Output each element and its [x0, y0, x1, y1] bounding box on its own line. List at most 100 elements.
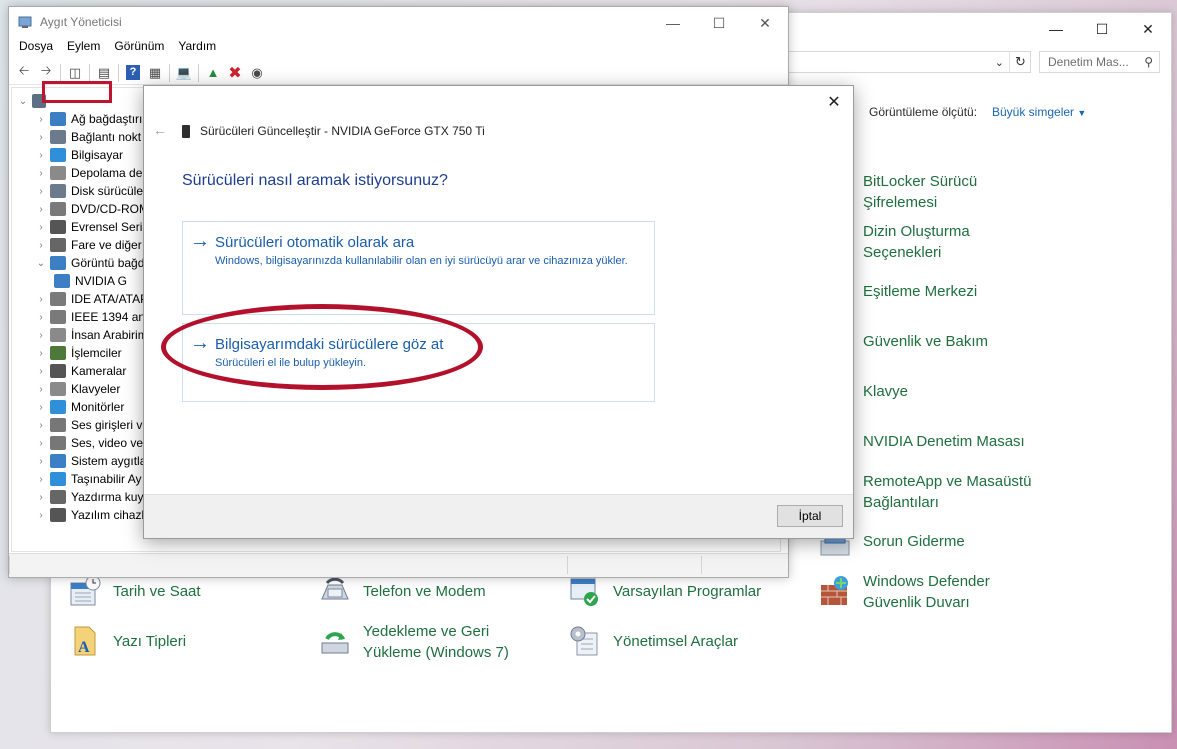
close-icon[interactable]: ✕: [742, 7, 788, 39]
tree-node[interactable]: › Fare ve diğer: [34, 236, 142, 254]
help-icon[interactable]: ?: [122, 63, 144, 83]
tree-node[interactable]: › İnsan Arabirim: [34, 326, 148, 344]
cancel-button[interactable]: İptal: [777, 505, 843, 527]
chevron-right-icon[interactable]: ›: [34, 132, 48, 143]
tree-node[interactable]: › IDE ATA/ATAP: [34, 290, 148, 308]
chevron-right-icon[interactable]: ›: [34, 456, 48, 467]
tree-node-label: Monitörler: [71, 400, 125, 414]
chevron-right-icon[interactable]: ›: [34, 312, 48, 323]
tree-node[interactable]: › Disk sürücüle: [34, 182, 143, 200]
device-category-icon: [50, 202, 66, 216]
chevron-down-icon[interactable]: ⌄: [995, 56, 1004, 69]
chevron-right-icon[interactable]: ›: [34, 240, 48, 251]
menu-view[interactable]: Görünüm: [114, 39, 164, 59]
chevron-right-icon[interactable]: ›: [34, 366, 48, 377]
tree-node[interactable]: NVIDIA G: [52, 272, 127, 290]
tree-node[interactable]: › Depolama de: [34, 164, 142, 182]
action-pane-icon[interactable]: ▦: [144, 63, 166, 83]
cp-item-default-programs[interactable]: Varsayılan Programlar: [613, 581, 761, 602]
view-by-dropdown[interactable]: Büyük simgeler ▼: [992, 105, 1086, 119]
minimize-icon[interactable]: —: [650, 7, 696, 39]
tree-node[interactable]: › Ses girişleri ve: [34, 416, 149, 434]
chevron-right-icon[interactable]: ›: [34, 330, 48, 341]
menu-bar: Dosya Eylem Görünüm Yardım: [9, 39, 230, 59]
chevron-down-icon[interactable]: ⌄: [34, 258, 48, 269]
cp-item-indexing-options[interactable]: Dizin Oluşturma Seçenekleri: [863, 221, 970, 263]
tree-node[interactable]: › IEEE 1394 ana: [34, 308, 152, 326]
scan-hardware-icon[interactable]: 💻: [173, 63, 195, 83]
back-arrow-icon[interactable]: ←: [153, 122, 167, 138]
arrow-right-icon: →: [190, 230, 210, 252]
chevron-right-icon[interactable]: ›: [34, 402, 48, 413]
tree-node[interactable]: › Yazdırma kuy: [34, 488, 143, 506]
menu-action[interactable]: Eylem: [67, 39, 100, 59]
search-input[interactable]: Denetim Mas... ⚲: [1039, 51, 1160, 73]
chevron-right-icon[interactable]: ›: [34, 222, 48, 233]
cp-item-date-time[interactable]: Tarih ve Saat: [113, 581, 201, 602]
close-icon[interactable]: ✕: [821, 90, 847, 114]
search-icon[interactable]: ⚲: [1144, 55, 1153, 69]
chevron-right-icon[interactable]: ›: [34, 438, 48, 449]
tree-node[interactable]: › Sistem aygıtla: [34, 452, 146, 470]
update-driver-icon[interactable]: ▲: [202, 63, 224, 83]
cp-item-troubleshooting[interactable]: Sorun Giderme: [863, 531, 965, 552]
cp-item-bitlocker[interactable]: BitLocker Sürücü Şifrelemesi: [863, 171, 977, 213]
cp-item-sync-center[interactable]: Eşitleme Merkezi: [863, 281, 977, 302]
chevron-right-icon[interactable]: ›: [34, 186, 48, 197]
device-category-icon: [50, 112, 66, 126]
tree-node[interactable]: › Bağlantı nokt: [34, 128, 141, 146]
cp-item-backup-restore[interactable]: Yedekleme ve Geri Yükleme (Windows 7): [363, 621, 509, 663]
tree-node[interactable]: › İşlemciler: [34, 344, 122, 362]
chevron-right-icon[interactable]: ›: [34, 204, 48, 215]
cp-item-label: BitLocker Sürücü: [863, 173, 978, 190]
menu-file[interactable]: Dosya: [19, 39, 53, 59]
cp-item-security-maintenance[interactable]: Güvenlik ve Bakım: [863, 331, 988, 352]
cp-item-keyboard[interactable]: Klavye: [863, 381, 908, 402]
tree-node[interactable]: › Evrensel Seri V: [34, 218, 154, 236]
toolbar-separator: [60, 63, 61, 82]
chevron-right-icon[interactable]: ›: [34, 510, 48, 521]
cp-item-phone-modem[interactable]: Telefon ve Modem: [363, 581, 486, 602]
tree-node[interactable]: ⌄ Görüntü bağd: [34, 254, 144, 272]
minimize-icon[interactable]: —: [1033, 13, 1079, 45]
chevron-down-icon[interactable]: ⌄: [16, 96, 30, 107]
chevron-right-icon[interactable]: ›: [34, 150, 48, 161]
maximize-icon[interactable]: ☐: [696, 7, 742, 39]
cp-item-fonts[interactable]: Yazı Tipleri: [113, 631, 186, 652]
cp-item-remoteapp[interactable]: RemoteApp ve Masaüstü Bağlantıları: [863, 471, 1031, 513]
menu-help[interactable]: Yardım: [178, 39, 216, 59]
tree-node[interactable]: › Ses, video ve: [34, 434, 143, 452]
tree-node[interactable]: › Monitörler: [34, 398, 124, 416]
show-hide-console-tree-icon[interactable]: ◫: [64, 63, 86, 83]
close-icon[interactable]: ✕: [1125, 13, 1171, 45]
tree-node[interactable]: › Klavyeler: [34, 380, 120, 398]
tree-node[interactable]: › Taşınabilir Ay: [34, 470, 141, 488]
tree-node[interactable]: › Bilgisayar: [34, 146, 123, 164]
device-category-icon: [50, 184, 66, 198]
toolbar-separator: [89, 63, 90, 82]
chevron-right-icon[interactable]: ›: [34, 492, 48, 503]
back-icon[interactable]: 🡠: [13, 63, 35, 83]
title-bar: Aygıt Yöneticisi — ☐ ✕: [9, 7, 788, 37]
cp-item-windows-firewall[interactable]: Windows Defender Güvenlik Duvarı: [863, 571, 990, 613]
properties-icon[interactable]: ▤: [93, 63, 115, 83]
chevron-right-icon[interactable]: ›: [34, 474, 48, 485]
chevron-right-icon[interactable]: ›: [34, 294, 48, 305]
forward-icon[interactable]: 🡢: [35, 63, 57, 83]
chevron-right-icon[interactable]: ›: [34, 168, 48, 179]
cp-item-nvidia-control-panel[interactable]: NVIDIA Denetim Masası: [863, 431, 1025, 452]
cp-item-admin-tools[interactable]: Yönetimsel Araçlar: [613, 631, 738, 652]
tree-node[interactable]: › Yazılım cihazl: [34, 506, 144, 524]
tree-node[interactable]: › DVD/CD-ROM: [34, 200, 149, 218]
search-automatically-option[interactable]: → Sürücüleri otomatik olarak ara Windows…: [182, 221, 655, 315]
chevron-right-icon[interactable]: ›: [34, 384, 48, 395]
refresh-icon[interactable]: ↻: [1009, 51, 1031, 73]
disable-device-icon[interactable]: ◉: [246, 63, 268, 83]
chevron-right-icon[interactable]: ›: [34, 114, 48, 125]
uninstall-device-icon[interactable]: ✖: [224, 63, 246, 83]
tree-node[interactable]: › Ağ bağdaştırı: [34, 110, 142, 128]
chevron-right-icon[interactable]: ›: [34, 348, 48, 359]
maximize-icon[interactable]: ☐: [1079, 13, 1125, 45]
tree-node[interactable]: › Kameralar: [34, 362, 126, 380]
chevron-right-icon[interactable]: ›: [34, 420, 48, 431]
